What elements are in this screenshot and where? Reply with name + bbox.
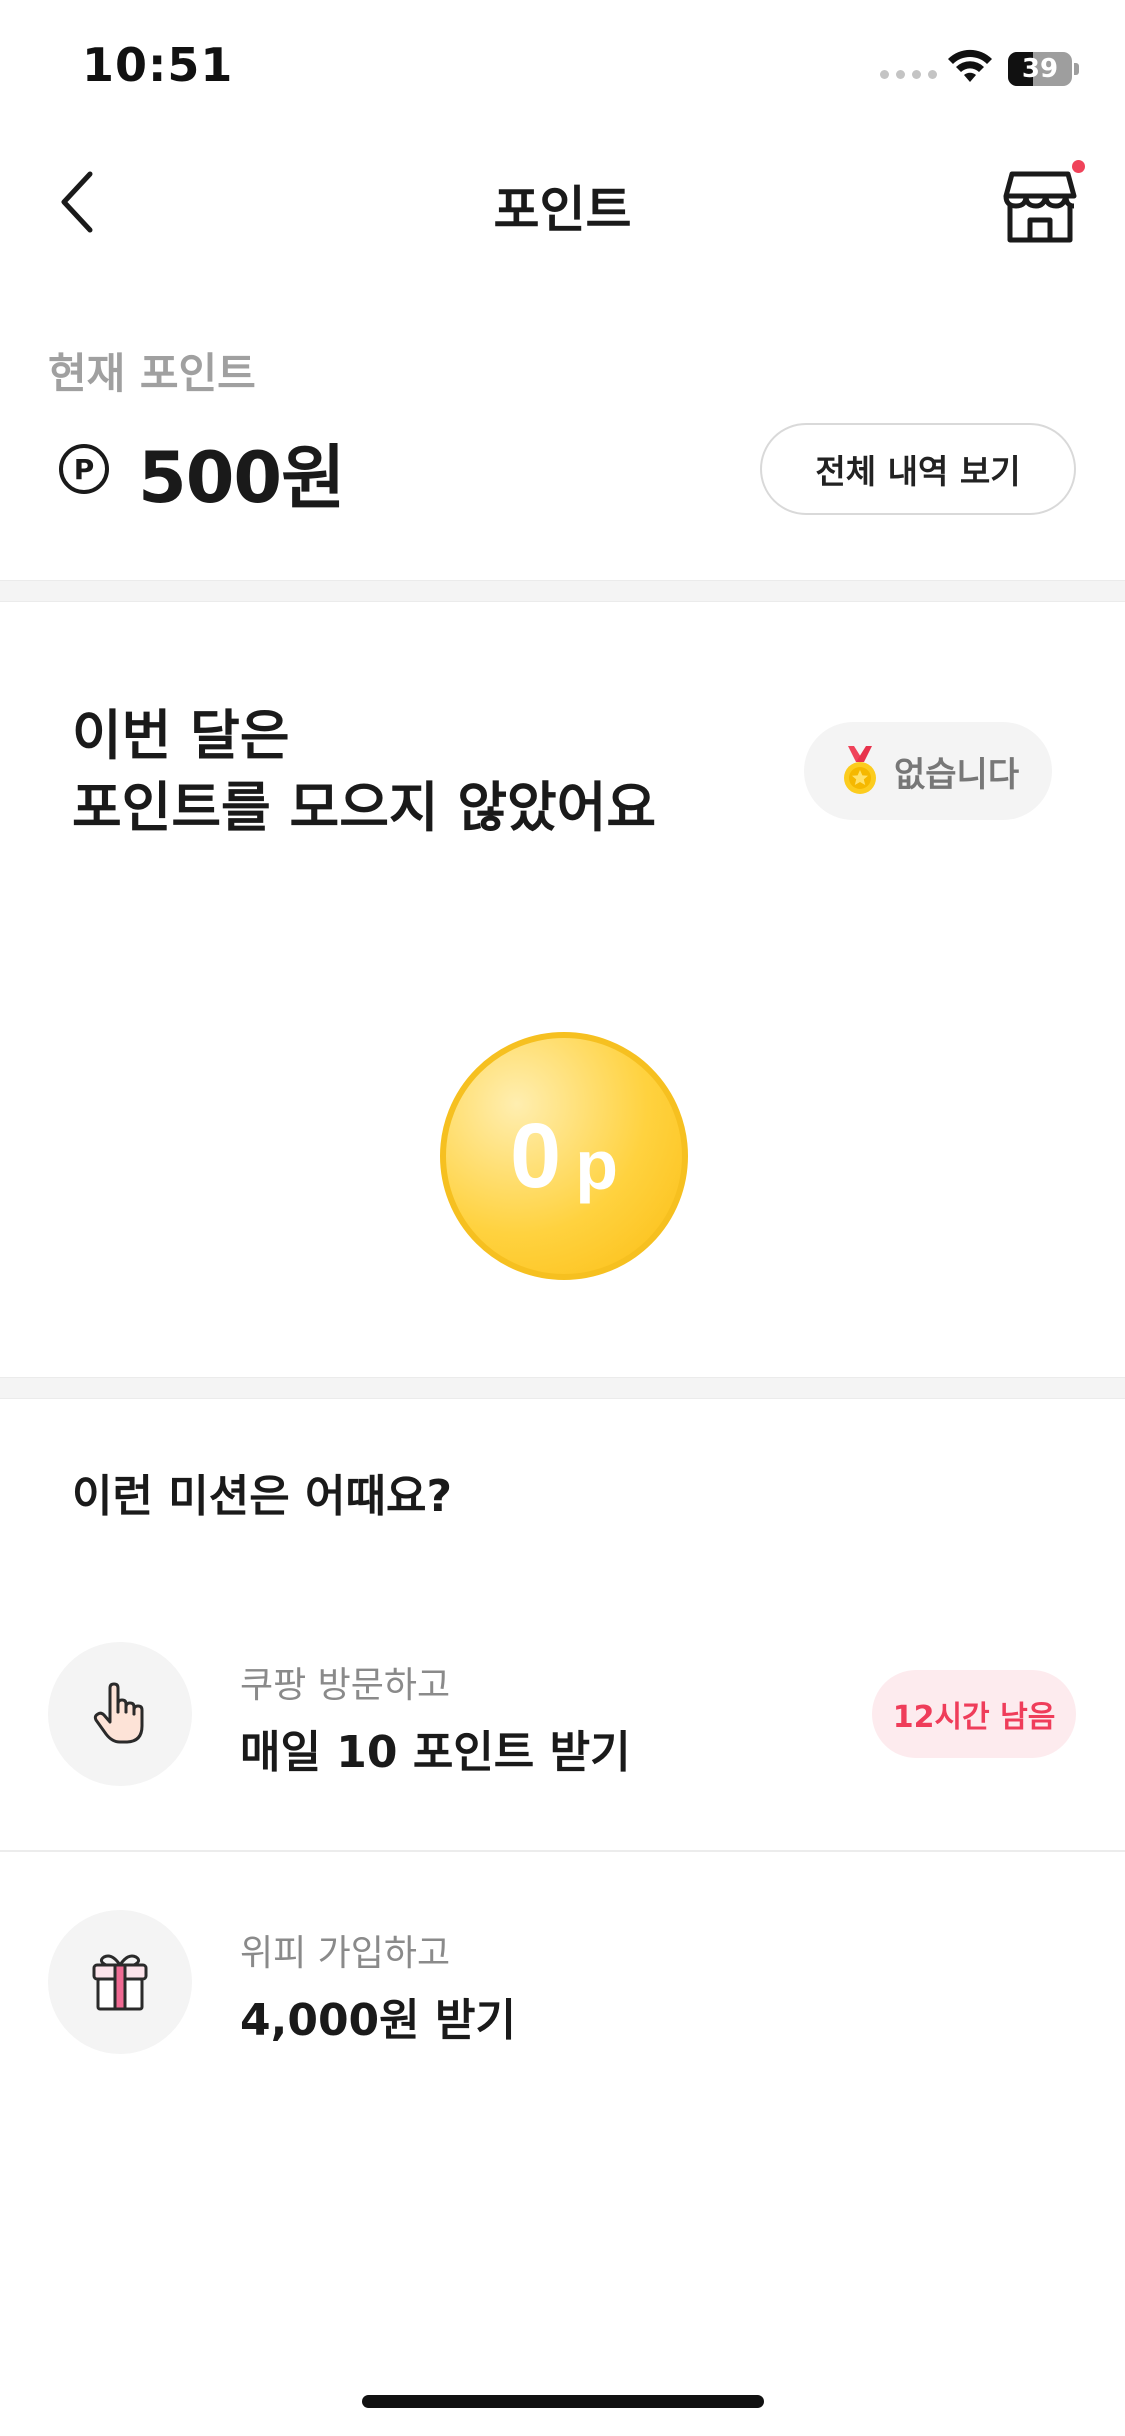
current-points-section: 현재 포인트 P 500원 전체 내역 보기 <box>0 280 1125 580</box>
pointing-hand-icon <box>93 1682 144 1744</box>
mission-divider <box>0 1850 1125 1852</box>
missions-section: 이런 미션은 어때요? 쿠팡 방문하고 매일 10 포인트 받기 12시간 남음… <box>0 1400 1125 2100</box>
mission-item-daily-visit[interactable]: 쿠팡 방문하고 매일 10 포인트 받기 12시간 남음 <box>0 1600 1125 1870</box>
coin-value: 0 <box>510 1104 566 1207</box>
status-time: 10:51 <box>82 38 234 92</box>
notification-dot <box>1072 160 1085 173</box>
mission-icon <box>48 1642 192 1786</box>
battery-level: 39 <box>1021 54 1059 84</box>
monthly-points-coin: 0 p <box>440 1032 688 1280</box>
monthly-points-section: 이번 달은 포인트를 모으지 않았어요 없습니다 0 p <box>0 602 1125 1377</box>
gift-icon <box>92 1954 148 2011</box>
current-points-label: 현재 포인트 <box>48 349 256 398</box>
home-indicator <box>362 2395 764 2408</box>
wifi-icon <box>948 49 992 82</box>
medal-badge[interactable]: 없습니다 <box>804 722 1052 820</box>
monthly-status-title: 이번 달은 포인트를 모으지 않았어요 <box>72 700 656 844</box>
point-symbol-icon: P <box>59 444 109 494</box>
missions-heading: 이런 미션은 어때요? <box>72 1471 452 1522</box>
medal-badge-text: 없습니다 <box>894 754 1020 795</box>
section-divider <box>0 580 1125 602</box>
monthly-title-line1: 이번 달은 <box>72 704 290 767</box>
section-divider <box>0 1377 1125 1399</box>
app-header: 포인트 <box>0 130 1125 280</box>
monthly-title-line2: 포인트를 모으지 않았어요 <box>72 776 657 839</box>
coin-unit: p <box>575 1126 618 1204</box>
time-remaining-badge: 12시간 남음 <box>872 1670 1076 1758</box>
store-button[interactable] <box>1000 166 1080 246</box>
mission-icon <box>48 1910 192 2054</box>
mission-subtitle: 쿠팡 방문하고 <box>240 1665 451 1706</box>
cellular-signal-icon <box>880 70 937 79</box>
mission-title: 4,000원 받기 <box>240 1995 516 2046</box>
svg-text:P: P <box>74 453 95 486</box>
battery-icon: 39 <box>1008 52 1079 86</box>
mission-subtitle: 위피 가입하고 <box>240 1933 451 1974</box>
mission-item-wippy-signup[interactable]: 위피 가입하고 4,000원 받기 <box>0 1868 1125 2138</box>
mission-title: 매일 10 포인트 받기 <box>240 1727 631 1778</box>
store-icon <box>1003 171 1077 243</box>
point-balance: 500원 <box>138 437 346 519</box>
view-all-history-button[interactable]: 전체 내역 보기 <box>760 423 1076 515</box>
medal-icon <box>844 746 876 794</box>
page-title: 포인트 <box>493 181 632 239</box>
status-bar: 10:51 39 <box>0 0 1125 130</box>
